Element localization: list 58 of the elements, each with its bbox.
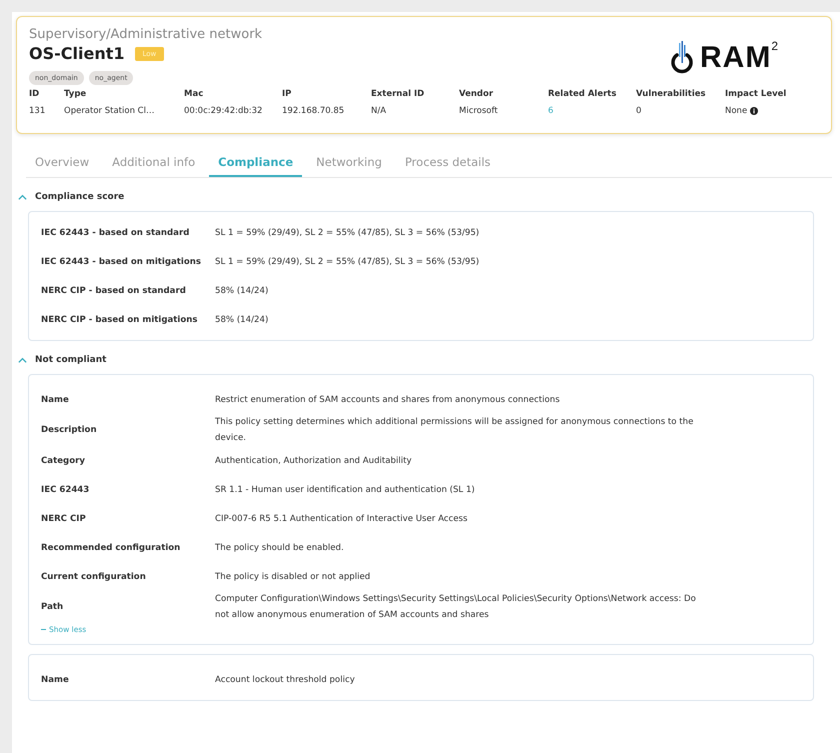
field-value: Computer Configuration\Windows Settings\Security Settings\Local Policies\Security Options\Network access: Do not allow anonymous enumeration of SAM accounts and shares	[215, 593, 697, 622]
field-label: IP	[282, 89, 292, 99]
tab[interactable]: Additional info	[103, 151, 204, 177]
section-title: Compliance score	[35, 192, 124, 202]
tab[interactable]: Compliance	[209, 151, 302, 177]
field-label: Type	[64, 89, 86, 99]
device-name: OS-Client1	[29, 44, 124, 63]
field-value: N/A	[371, 106, 386, 116]
field-label: ID	[29, 89, 40, 99]
field-value: SL 1 = 59% (29/49), SL 2 = 55% (47/85), SL 3 = 56% (53/95)	[215, 256, 480, 268]
field-label: IEC 62443 - based on standard	[41, 228, 190, 238]
field-label: NERC CIP - based on standard	[41, 286, 186, 296]
field-value: This policy setting determines which additional permissions will be assigned for anonymous connections to the device.	[215, 416, 694, 445]
info-icon[interactable]	[750, 107, 758, 115]
field-value: 58% (14/24)	[215, 284, 268, 298]
field-label: Name	[41, 674, 69, 684]
field-value: The policy should be enabled.	[215, 542, 344, 554]
field-label: Path	[41, 602, 64, 612]
field-label: Impact Level	[725, 89, 786, 99]
tab[interactable]: Networking	[307, 151, 391, 177]
field-label: Vendor	[459, 89, 494, 99]
field-value: 0	[636, 106, 642, 116]
field-value: Microsoft	[459, 106, 498, 116]
field-value: Account lockout threshold policy	[215, 674, 355, 686]
field-label: Related Alerts	[548, 89, 616, 99]
field-value: SL 1 = 59% (29/49), SL 2 = 55% (47/85), SL 3 = 56% (53/95)	[215, 226, 480, 240]
field-value: None	[725, 106, 748, 116]
field-label: Mac	[184, 89, 204, 99]
network-name: Supervisory/Administrative network	[29, 27, 264, 42]
field-label: IEC 62443	[41, 484, 90, 494]
field-value: SR 1.1 - Human user identification and authentication (SL 1)	[215, 484, 475, 496]
section-title: Not compliant	[35, 355, 106, 365]
field-label: IEC 62443 - based on mitigations	[41, 256, 201, 266]
field-value: Restrict enumeration of SAM accounts and shares from anonymous connections	[215, 394, 560, 406]
chevron-up-icon[interactable]	[18, 192, 27, 202]
field-value: 131	[29, 106, 46, 116]
field-value: Authentication, Authorization and Auditability	[215, 454, 412, 468]
tab[interactable]: Overview	[26, 151, 98, 177]
field-label: Vulnerabilities	[636, 89, 706, 99]
field-label: NERC CIP	[41, 514, 86, 524]
field-value: 192.168.70.85	[282, 106, 344, 116]
field-value: 00:0c:29:42:db:32	[184, 106, 262, 116]
field-label: External ID	[371, 89, 424, 99]
power-logo-icon	[670, 41, 694, 75]
alerts-link[interactable]: 6	[548, 106, 554, 116]
field-label: Recommended configuration	[41, 542, 180, 552]
field-label: Description	[41, 425, 97, 435]
field-value: Operator Station Cl…	[64, 106, 154, 116]
tab[interactable]: Process details	[396, 151, 500, 177]
field-label: Category	[41, 456, 85, 466]
chevron-up-icon[interactable]	[18, 356, 27, 364]
field-value: 58% (14/24)	[215, 314, 268, 326]
field-label: Current configuration	[41, 572, 146, 582]
field-label: Name	[41, 394, 69, 404]
field-value: The policy is disabled or not applied	[215, 570, 370, 584]
field-label: NERC CIP - based on mitigations	[41, 314, 198, 324]
brand-logo: RAM$^{2}$	[700, 41, 779, 75]
field-value: CIP-007-6 R5 5.1 Authentication of Interactive User Access	[215, 512, 468, 526]
